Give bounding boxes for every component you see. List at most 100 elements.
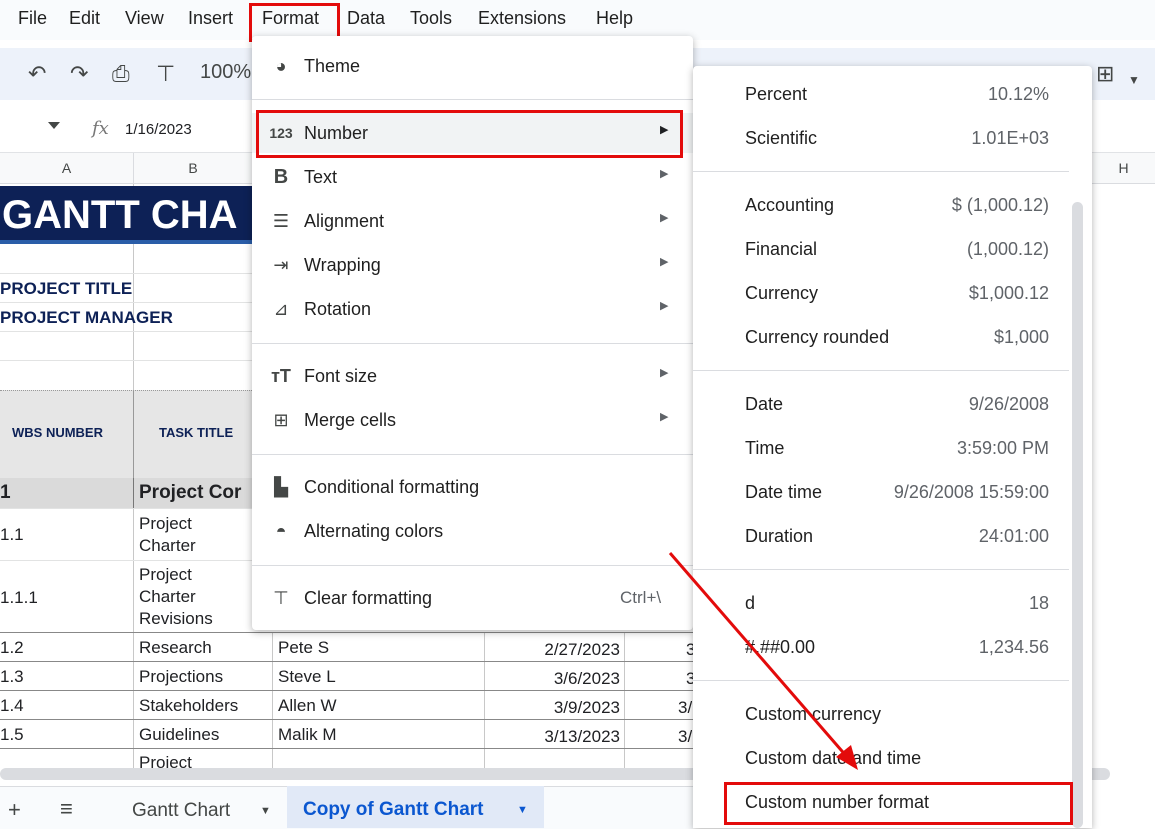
menu-item-label: Clear formatting [304,588,433,608]
section-task-cell[interactable]: Project Cor [139,482,252,504]
start-date-cell[interactable]: 2/27/2023 [490,640,620,660]
menu-item-wrapping[interactable]: ⇥ Wrapping ▶ [252,245,693,285]
task-cell[interactable]: Project [139,565,192,585]
sheet-tab-copy-of-gantt-chart[interactable]: Copy of Gantt Chart ▼ [287,786,544,828]
menu-extensions[interactable]: Extensions [478,8,566,29]
format-label: Time [745,438,785,458]
task-cell[interactable]: Research [139,638,212,658]
grid-line [133,390,134,478]
undo-icon[interactable]: ↶ [28,62,46,86]
format-label: Date time [745,482,823,502]
project-title-label[interactable]: PROJECT TITLE [0,279,132,299]
chevron-down-icon[interactable]: ▼ [260,805,271,817]
number-format-custom-date-time[interactable]: Custom date and time [693,738,1073,778]
number-format-d[interactable]: d 18 [693,583,1073,623]
number-format-percent[interactable]: Percent 10.12% [693,74,1073,114]
wbs-number-header[interactable]: WBS NUMBER [12,425,103,440]
format-label: Currency rounded [745,327,890,347]
section-wbs-cell[interactable]: 1 [0,482,11,504]
menu-edit[interactable]: Edit [69,8,100,29]
number-format-hash[interactable]: #,##0.00 1,234.56 [693,627,1073,667]
start-date-cell[interactable]: 3/6/2023 [490,669,620,689]
number-submenu: Percent 10.12% Scientific 1.01E+03 Accou… [693,66,1092,828]
sheet-tab-label: Gantt Chart [132,800,231,821]
menu-item-rotation[interactable]: ⊿ Rotation ▶ [252,289,693,329]
merge-toolbar-icon[interactable]: ⊞ [1096,62,1114,86]
format-example: 9/26/2008 15:59:00 [893,482,1049,502]
menu-item-label: Alignment [304,211,385,231]
wbs-cell[interactable]: 1.3 [0,667,24,687]
column-header-b[interactable]: B [134,153,253,184]
print-icon[interactable]: ⎙ [112,62,130,86]
task-title-header[interactable]: TASK TITLE [159,425,233,440]
menu-item-label: Alternating colors [304,521,444,541]
end-date-cell[interactable]: 3/ [678,698,692,718]
task-cell[interactable]: Projections [139,667,223,687]
wbs-cell[interactable]: 1.1.1 [0,588,38,608]
menu-item-font-size[interactable]: тT Font size ▶ [252,356,693,396]
number-format-date[interactable]: Date 9/26/2008 [693,384,1073,424]
grid-line [0,560,252,561]
paint-format-icon[interactable]: ⊤ [156,62,175,86]
column-header-h[interactable]: H [1092,153,1155,184]
end-date-cell[interactable]: 3/ [678,727,692,747]
format-example: 10.12% [987,84,1049,104]
menu-file[interactable]: File [18,8,47,29]
task-cell[interactable]: Guidelines [139,725,219,745]
menu-item-clear-formatting[interactable]: ⊤ Clear formatting Ctrl+\ [252,578,693,618]
gantt-title-cell[interactable]: GANTT CHA [0,186,252,244]
number-format-financial[interactable]: Financial (1,000.12) [693,229,1073,269]
number-format-date-time[interactable]: Date time 9/26/2008 15:59:00 [693,472,1073,512]
wbs-cell[interactable]: 1.4 [0,696,24,716]
project-manager-label[interactable]: PROJECT MANAGER [0,308,173,328]
number-format-currency-rounded[interactable]: Currency rounded $1,000 [693,317,1073,357]
task-cell[interactable]: Stakeholders [139,696,238,716]
task-cell[interactable]: Project [139,514,192,534]
format-label: Custom currency [745,704,882,724]
menu-item-text[interactable]: B Text ▶ [252,157,693,197]
all-sheets-menu-icon[interactable]: ≡ [60,796,73,822]
menu-data[interactable]: Data [347,8,385,29]
menu-item-merge-cells[interactable]: ⊞ Merge cells ▶ [252,400,693,440]
sheet-tab-gantt-chart[interactable]: Gantt Chart ▼ [118,788,286,828]
start-date-cell[interactable]: 3/13/2023 [490,727,620,747]
number-format-duration[interactable]: Duration 24:01:00 [693,516,1073,556]
task-cell[interactable]: Project [139,753,192,768]
submenu-arrow-icon: ▶ [660,367,669,379]
task-cell-line2: Charter [139,587,196,606]
number-format-scientific[interactable]: Scientific 1.01E+03 [693,118,1073,158]
number-format-custom-currency[interactable]: Custom currency [693,694,1073,734]
menu-item-alignment[interactable]: ☰ Alignment ▶ [252,201,693,241]
number-format-accounting[interactable]: Accounting $ (1,000.12) [693,185,1073,225]
owner-cell[interactable]: Steve L [278,667,336,687]
owner-cell[interactable]: Allen W [278,696,337,716]
owner-cell[interactable]: Malik M [278,725,337,745]
start-date-cell[interactable]: 3/9/2023 [490,698,620,718]
wbs-cell[interactable]: 1.2 [0,638,24,658]
zoom-select[interactable]: 100% [200,61,251,84]
owner-cell[interactable]: Pete S [278,638,329,658]
menu-tools[interactable]: Tools [410,8,452,29]
submenu-arrow-icon: ▶ [660,212,669,224]
format-example: $1,000.12 [968,283,1049,303]
chevron-down-icon[interactable]: ▼ [517,804,528,816]
column-header-a[interactable]: A [0,153,134,184]
menu-insert[interactable]: Insert [188,8,233,29]
wbs-cell[interactable]: 1.5 [0,725,24,745]
redo-icon[interactable]: ↷ [70,62,88,86]
submenu-scrollbar[interactable] [1072,202,1083,828]
add-sheet-icon[interactable]: + [8,797,21,823]
formula-input[interactable]: 1/16/2023 [125,121,192,138]
menu-item-theme[interactable]: ◕ Theme [252,46,693,86]
menu-item-alternating-colors[interactable]: ◓ Alternating colors [252,511,693,551]
number-format-time[interactable]: Time 3:59:00 PM [693,428,1073,468]
name-box-dropdown-icon[interactable] [48,122,60,129]
menu-item-conditional-formatting[interactable]: ▙ Conditional formatting [252,467,693,507]
menu-view[interactable]: View [125,8,164,29]
number-format-currency[interactable]: Currency $1,000.12 [693,273,1073,313]
wrap-icon: ⇥ [273,255,289,275]
format-example: 3:59:00 PM [956,438,1049,458]
menu-help[interactable]: Help [596,8,633,29]
wbs-cell[interactable]: 1.1 [0,525,24,545]
chevron-down-icon[interactable]: ▼ [1128,68,1140,92]
